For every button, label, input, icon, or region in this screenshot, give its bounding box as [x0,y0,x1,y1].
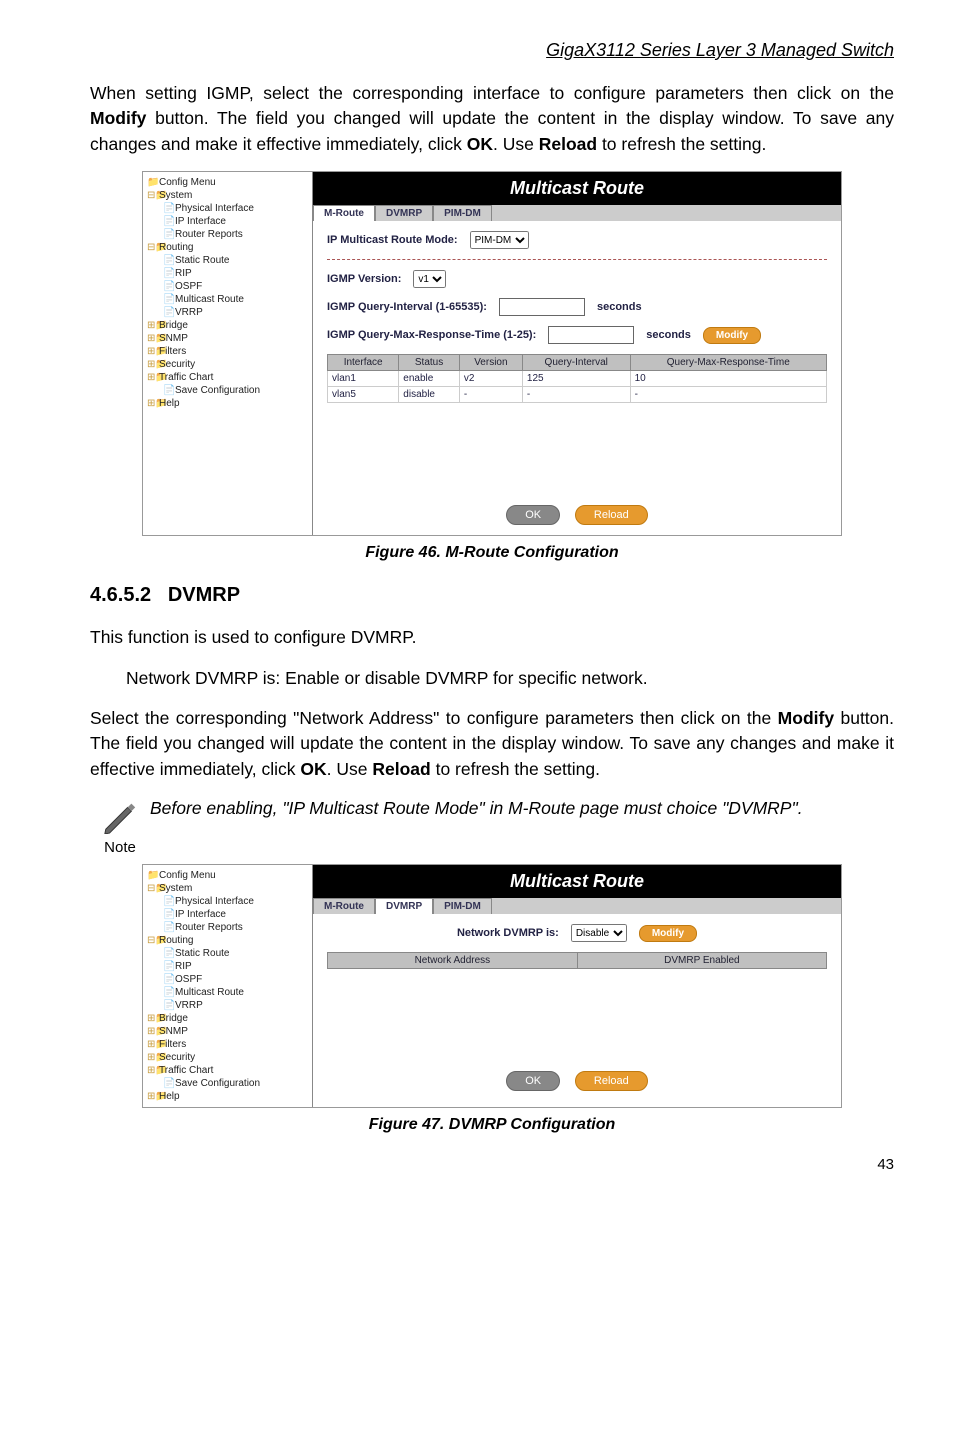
tree-static-route[interactable]: 📄Static Route [145,947,310,960]
tree-system[interactable]: ⊟📁System [145,882,310,895]
ok-button[interactable]: OK [506,505,560,525]
tab-pimdm-2[interactable]: PIM-DM [433,898,492,914]
input-qmrt[interactable] [548,326,634,344]
col-version: Version [459,355,522,371]
p1-t1: When setting IGMP, select the correspond… [90,83,894,103]
col-interface: Interface [328,355,399,371]
note-label: Note [90,839,150,856]
ok-button-2[interactable]: OK [506,1071,560,1091]
select-route-mode[interactable]: PIM-DM [470,231,529,249]
tree-ospf[interactable]: 📄OSPF [145,280,310,293]
panel-title-2: Multicast Route [313,865,841,898]
note-block: Note Before enabling, "IP Multicast Rout… [90,796,894,856]
tab-dvmrp[interactable]: DVMRP [375,205,433,221]
tree-config-menu[interactable]: 📁Config Menu [145,176,310,189]
tree-bridge[interactable]: ⊞📁Bridge [145,319,310,332]
tree-rip[interactable]: 📄RIP [145,960,310,973]
label-qmrt: IGMP Query-Max-Response-Time (1-25): [327,329,536,341]
config-tree: 📁Config Menu ⊟📁System 📄Physical Interfac… [143,172,313,535]
tree-ospf[interactable]: 📄OSPF [145,973,310,986]
figure-47-caption: Figure 47. DVMRP Configuration [90,1116,894,1134]
tab-mroute-2[interactable]: M-Route [313,898,375,914]
tree-system[interactable]: ⊟📁System [145,189,310,202]
tree-filters[interactable]: ⊞📁Filters [145,345,310,358]
select-network-dvmrp[interactable]: Disable [571,924,627,942]
tree-snmp[interactable]: ⊞📁SNMP [145,1025,310,1038]
tree-router-reports[interactable]: 📄Router Reports [145,228,310,241]
tree-ip-interface[interactable]: 📄IP Interface [145,215,310,228]
table-row[interactable]: vlan5disable--- [328,387,827,403]
mroute-table: Interface Status Version Query-Interval … [327,354,827,403]
panel-title: Multicast Route [313,172,841,205]
reload-button[interactable]: Reload [575,505,648,525]
paragraph-3: Network DVMRP is: Enable or disable DVMR… [126,668,894,689]
label-query-interval: IGMP Query-Interval (1-65535): [327,301,487,313]
tree-security[interactable]: ⊞📁Security [145,1051,310,1064]
col-qmrt: Query-Max-Response-Time [630,355,826,371]
figure-46-caption: Figure 46. M-Route Configuration [90,544,894,562]
unit-seconds-1: seconds [597,301,642,313]
label-network-dvmrp: Network DVMRP is: [457,927,559,939]
col-network-address: Network Address [328,953,578,969]
p1-t4: to refresh the setting. [597,134,766,154]
p1-t3: . Use [493,134,539,154]
tab-dvmrp-2[interactable]: DVMRP [375,898,433,914]
col-query-interval: Query-Interval [522,355,630,371]
modify-button-2[interactable]: Modify [639,925,697,942]
tab-row: M-Route DVMRP PIM-DM [313,205,841,221]
tree-bridge[interactable]: ⊞📁Bridge [145,1012,310,1025]
modify-button[interactable]: Modify [703,327,761,344]
screenshot-dvmrp: 📁Config Menu ⊟📁System 📄Physical Interfac… [142,864,842,1108]
paragraph-2: This function is used to configure DVMRP… [90,625,894,650]
p1-modify: Modify [90,108,146,128]
tab-mroute[interactable]: M-Route [313,205,375,221]
tree-static-route[interactable]: 📄Static Route [145,254,310,267]
tree-ip-interface[interactable]: 📄IP Interface [145,908,310,921]
col-dvmrp-enabled: DVMRP Enabled [577,953,826,969]
tree-physical-interface[interactable]: 📄Physical Interface [145,895,310,908]
label-route-mode: IP Multicast Route Mode: [327,234,458,246]
paragraph-4: Select the corresponding "Network Addres… [90,706,894,782]
tree-help[interactable]: ⊞📁Help [145,397,310,410]
config-tree-2: 📁Config Menu ⊟📁System 📄Physical Interfac… [143,865,313,1107]
page-number: 43 [90,1156,894,1173]
reload-button-2[interactable]: Reload [575,1071,648,1091]
table-row[interactable]: vlan1enablev212510 [328,371,827,387]
tree-filters[interactable]: ⊞📁Filters [145,1038,310,1051]
tree-security[interactable]: ⊞📁Security [145,358,310,371]
tree-traffic-chart[interactable]: ⊞📁Traffic Chart [145,1064,310,1077]
page-header: GigaX3112 Series Layer 3 Managed Switch [90,40,894,61]
tab-pimdm[interactable]: PIM-DM [433,205,492,221]
tree-traffic-chart[interactable]: ⊞📁Traffic Chart [145,371,310,384]
col-status: Status [399,355,460,371]
tree-router-reports[interactable]: 📄Router Reports [145,921,310,934]
tree-vrrp[interactable]: 📄VRRP [145,306,310,319]
label-igmp-version: IGMP Version: [327,273,401,285]
tree-save-configuration[interactable]: 📄Save Configuration [145,384,310,397]
tree-multicast-route[interactable]: 📄Multicast Route [145,293,310,306]
unit-seconds-2: seconds [646,329,691,341]
paragraph-1: When setting IGMP, select the correspond… [90,81,894,157]
tree-rip[interactable]: 📄RIP [145,267,310,280]
tree-routing[interactable]: ⊟📁Routing [145,241,310,254]
section-heading-dvmrp: 4.6.5.2 DVMRP [90,584,894,607]
tree-save-configuration[interactable]: 📄Save Configuration [145,1077,310,1090]
input-query-interval[interactable] [499,298,585,316]
select-igmp-version[interactable]: v1 [413,270,446,288]
pen-icon [100,796,140,834]
tree-routing[interactable]: ⊟📁Routing [145,934,310,947]
tree-help[interactable]: ⊞📁Help [145,1090,310,1103]
dvmrp-table: Network Address DVMRP Enabled [327,952,827,969]
screenshot-mroute: 📁Config Menu ⊟📁System 📄Physical Interfac… [142,171,842,536]
p1-reload: Reload [539,134,597,154]
note-text: Before enabling, "IP Multicast Route Mod… [150,796,894,821]
tree-physical-interface[interactable]: 📄Physical Interface [145,202,310,215]
tree-vrrp[interactable]: 📄VRRP [145,999,310,1012]
tree-config-menu[interactable]: 📁Config Menu [145,869,310,882]
tree-multicast-route[interactable]: 📄Multicast Route [145,986,310,999]
p1-ok: OK [467,134,493,154]
tree-snmp[interactable]: ⊞📁SNMP [145,332,310,345]
